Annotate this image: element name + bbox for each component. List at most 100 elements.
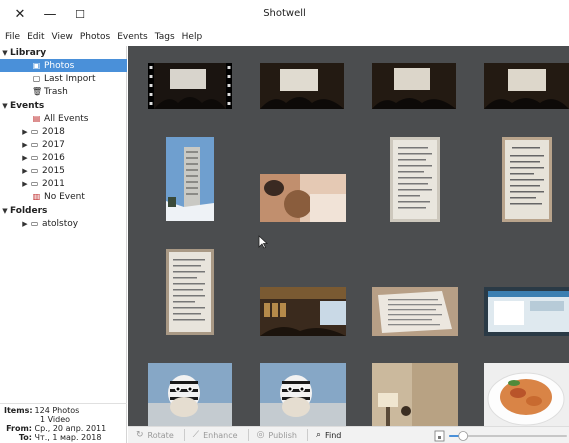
- mouse-pointer-icon: [258, 235, 268, 249]
- menu-photos[interactable]: Photos: [80, 32, 110, 42]
- folder-icon: ▭: [30, 140, 39, 149]
- publish-button[interactable]: ◎ Publish: [257, 430, 297, 440]
- enhance-wand-icon: ⟋: [192, 430, 200, 440]
- expander-right-icon[interactable]: ▶: [20, 128, 30, 136]
- zoom-handle[interactable]: [458, 431, 469, 441]
- sidebar-section-library[interactable]: ▼ Library: [0, 46, 127, 59]
- sidebar-item-year-2018[interactable]: ▶ ▭ 2018: [0, 125, 127, 138]
- find-button[interactable]: ⌕ Find: [316, 430, 341, 440]
- menu-file[interactable]: File: [5, 32, 20, 42]
- sidebar-item-label: No Event: [44, 191, 85, 202]
- photo-gallery[interactable]: [128, 46, 569, 426]
- sidebar-item-label: 2015: [42, 165, 65, 176]
- sidebar-item-year-2017[interactable]: ▶ ▭ 2017: [0, 138, 127, 151]
- sidebar-item-folder-atolstoy[interactable]: ▶ ▭ atolstoy: [0, 217, 127, 230]
- rotate-label: Rotate: [147, 430, 174, 440]
- photo-thumbnail[interactable]: [484, 63, 569, 109]
- find-label: Find: [324, 430, 342, 440]
- sidebar-item-label: Last Import: [44, 73, 96, 84]
- sidebar-item-photos[interactable]: ▣ Photos: [0, 59, 127, 72]
- section-label: Folders: [10, 205, 48, 216]
- sidebar-item-label: 2017: [42, 139, 65, 150]
- trash-icon: 🗑: [32, 87, 43, 96]
- menu-events[interactable]: Events: [117, 32, 147, 42]
- stats-from-label: From:: [6, 424, 32, 433]
- stats-items-label: Items:: [4, 406, 33, 415]
- section-label: Events: [10, 100, 45, 111]
- search-icon: ⌕: [315, 430, 321, 440]
- sidebar-item-year-2016[interactable]: ▶ ▭ 2016: [0, 151, 127, 164]
- sidebar-item-label: Photos: [44, 60, 75, 71]
- expander-right-icon[interactable]: ▶: [20, 141, 30, 149]
- photo-thumbnail[interactable]: [166, 137, 214, 221]
- folder-icon: ▭: [30, 153, 39, 162]
- photo-thumbnail[interactable]: [372, 63, 456, 109]
- stats-from-value: Ср., 20 апр. 2011: [34, 424, 107, 433]
- zoom-out-glyph: [438, 436, 441, 439]
- folder-icon: ▭: [30, 166, 39, 175]
- menu-edit[interactable]: Edit: [27, 32, 44, 42]
- sidebar-item-year-2015[interactable]: ▶ ▭ 2015: [0, 164, 127, 177]
- expander-right-icon[interactable]: ▶: [20, 167, 30, 175]
- rotate-button[interactable]: ↻ Rotate: [136, 430, 174, 440]
- photo-thumbnail[interactable]: [148, 63, 232, 109]
- enhance-label: Enhance: [203, 430, 238, 440]
- sidebar-item-no-event[interactable]: ▥ No Event: [0, 190, 127, 203]
- sidebar-item-label: 2011: [42, 178, 65, 189]
- sidebar-item-last-import[interactable]: ▢ Last Import: [0, 72, 127, 85]
- menu-help[interactable]: Help: [182, 32, 203, 42]
- stats-to-label: To:: [18, 433, 32, 442]
- sidebar-item-label: atolstoy: [42, 218, 79, 229]
- sidebar-item-all-events[interactable]: ▤ All Events: [0, 112, 127, 125]
- toolbar-divider: [306, 429, 308, 441]
- sidebar-section-folders[interactable]: ▼ Folders: [0, 204, 127, 217]
- menu-tags[interactable]: Tags: [155, 32, 175, 42]
- photo-thumbnail[interactable]: [260, 287, 346, 336]
- sidebar-item-label: 2016: [42, 152, 65, 163]
- sidebar-item-label: Trash: [44, 86, 68, 97]
- publish-label: Publish: [268, 430, 297, 440]
- menu-view[interactable]: View: [52, 32, 73, 42]
- menu-bar: File Edit View Photos Events Tags Help: [0, 28, 569, 46]
- enhance-button[interactable]: ⟋ Enhance: [193, 430, 238, 440]
- expander-right-icon[interactable]: ▶: [20, 220, 30, 228]
- folder-icon: ▭: [30, 179, 39, 188]
- photo-thumbnail[interactable]: [260, 363, 346, 426]
- expander-down-icon[interactable]: ▼: [0, 49, 10, 57]
- folder-icon: ▭: [30, 219, 39, 228]
- photo-thumbnail[interactable]: [260, 174, 346, 222]
- library-stats: Items: 124 Photos 1 Video From: Ср., 20 …: [0, 403, 127, 443]
- expander-down-icon[interactable]: ▼: [0, 207, 10, 215]
- photo-thumbnail[interactable]: [166, 249, 214, 335]
- sidebar-item-trash[interactable]: 🗑 Trash: [0, 85, 127, 98]
- photo-thumbnail[interactable]: [484, 363, 569, 426]
- folder-icon: ▭: [30, 127, 39, 136]
- no-event-icon: ▥: [32, 192, 41, 201]
- photo-thumbnail[interactable]: [372, 287, 458, 336]
- sidebar-item-year-2011[interactable]: ▶ ▭ 2011: [0, 177, 127, 190]
- zoom-slider[interactable]: [433, 430, 569, 442]
- title-bar: ✕ — ☐ Shotwell: [0, 0, 569, 28]
- bottom-toolbar: ↻ Rotate ⟋ Enhance ◎ Publish ⌕ Find: [128, 426, 569, 443]
- window-title: Shotwell: [263, 8, 306, 19]
- photos-icon: ▣: [32, 61, 41, 70]
- toolbar-divider: [247, 429, 249, 441]
- expander-right-icon[interactable]: ▶: [20, 180, 30, 188]
- sidebar-item-label: 2018: [42, 126, 65, 137]
- photo-thumbnail[interactable]: [502, 137, 552, 222]
- section-label: Library: [10, 47, 47, 58]
- photo-thumbnail[interactable]: [260, 63, 344, 109]
- publish-icon: ◎: [256, 430, 265, 440]
- expander-right-icon[interactable]: ▶: [20, 154, 30, 162]
- stats-items-value2: 1 Video: [40, 415, 71, 424]
- photo-thumbnail[interactable]: [484, 287, 569, 336]
- sidebar-item-label: All Events: [44, 113, 89, 124]
- photo-thumbnail[interactable]: [390, 137, 440, 222]
- expander-down-icon[interactable]: ▼: [0, 102, 10, 110]
- import-icon: ▢: [32, 74, 41, 83]
- events-icon: ▤: [32, 114, 41, 123]
- photo-thumbnail[interactable]: [148, 363, 232, 426]
- sidebar-section-events[interactable]: ▼ Events: [0, 99, 127, 112]
- stats-to-value: Чт., 1 мар. 2018: [34, 433, 102, 442]
- photo-thumbnail[interactable]: [372, 363, 458, 426]
